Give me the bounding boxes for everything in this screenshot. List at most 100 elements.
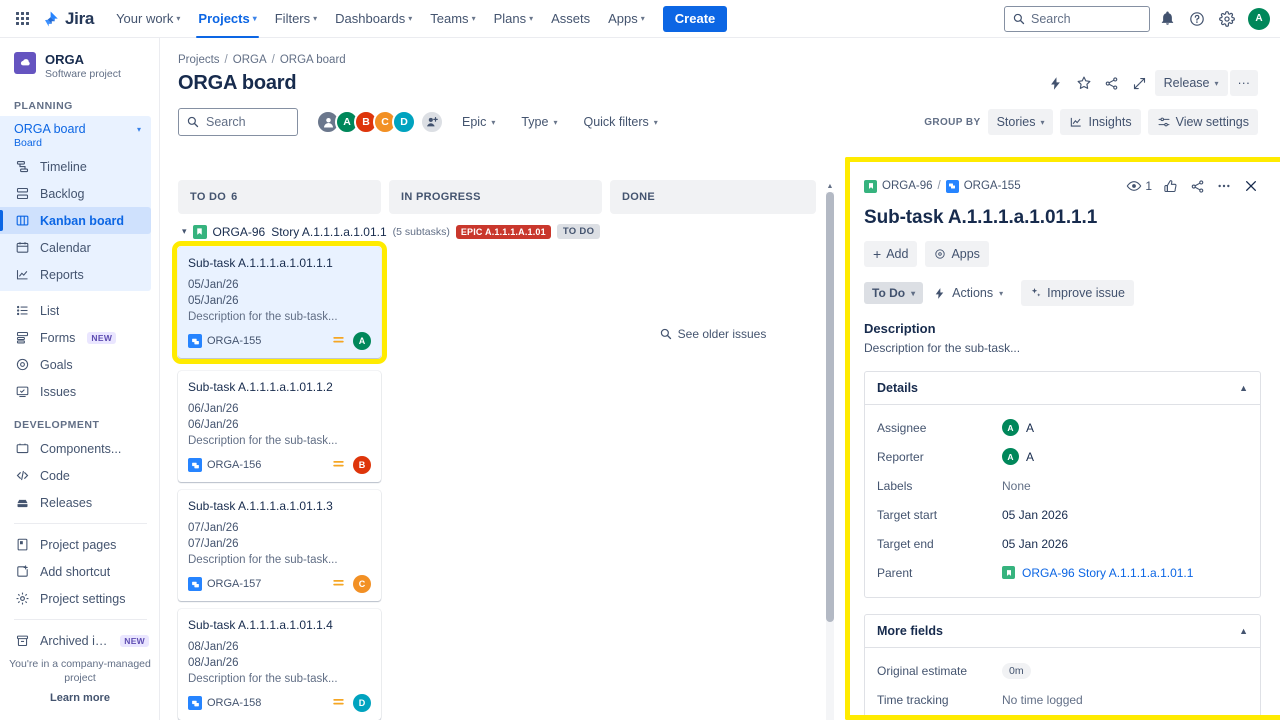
chevron-up-icon[interactable]: ▲ <box>1239 383 1248 393</box>
watch-issue-button[interactable]: 1 <box>1123 175 1155 197</box>
lightning-icon[interactable] <box>1043 70 1069 96</box>
see-older-issues-link[interactable]: See older issues <box>610 247 816 341</box>
nav-teams[interactable]: Teams ▾ <box>422 3 483 35</box>
avatar-d[interactable]: D <box>392 110 416 134</box>
sidebar-item-components[interactable]: Components... <box>0 435 159 462</box>
filter-quick-filters[interactable]: Quick filters ▾ <box>575 108 665 136</box>
swimlane-key[interactable]: ORGA-96 <box>213 225 266 239</box>
filter-type[interactable]: Type ▾ <box>513 108 565 136</box>
card-assignee-avatar[interactable]: D <box>353 694 371 712</box>
sidebar-item-goals[interactable]: Goals <box>0 351 159 378</box>
close-icon[interactable] <box>1239 174 1263 198</box>
share-icon[interactable] <box>1099 70 1125 96</box>
card-key[interactable]: ORGA-157 <box>207 578 261 590</box>
view-settings-button[interactable]: View settings <box>1147 109 1258 135</box>
sidebar-item-calendar[interactable]: Calendar <box>0 234 151 261</box>
filter-epic[interactable]: Epic ▾ <box>454 108 503 136</box>
breadcrumb-projects[interactable]: Projects <box>178 54 220 66</box>
column-done[interactable]: See older issues <box>610 247 816 720</box>
chevron-down-icon[interactable]: ▾ <box>182 226 187 237</box>
chevron-up-icon[interactable]: ▲ <box>1239 626 1248 636</box>
card-orga-156[interactable]: Sub-task A.1.1.1.a.1.01.1.2 06/Jan/26 06… <box>178 371 381 482</box>
details-panel-header[interactable]: Details ▲ <box>865 372 1260 405</box>
settings-icon[interactable] <box>1214 6 1240 32</box>
more-icon[interactable] <box>1212 174 1236 198</box>
vote-icon[interactable] <box>1158 174 1182 198</box>
add-button[interactable]: + Add <box>864 241 918 267</box>
field-value[interactable]: 05 Jan 2026 <box>1002 508 1068 522</box>
notifications-icon[interactable] <box>1154 6 1180 32</box>
nav-apps[interactable]: Apps ▾ <box>600 3 653 35</box>
breadcrumb-orga-board[interactable]: ORGA board <box>280 54 346 66</box>
sidebar-item-forms[interactable]: Forms NEW <box>0 324 159 351</box>
column-inprogress[interactable] <box>389 247 602 720</box>
sidebar-item-issues[interactable]: Issues <box>0 378 159 405</box>
nav-dashboards[interactable]: Dashboards ▾ <box>327 3 420 35</box>
user-avatar[interactable]: A <box>1248 7 1270 30</box>
card-assignee-avatar[interactable]: A <box>353 332 371 350</box>
field-value[interactable]: 0m <box>1002 662 1031 679</box>
field-value[interactable]: None <box>1002 479 1031 493</box>
board-vertical-scrollbar[interactable]: ▲ ▼ <box>823 180 836 720</box>
actions-dropdown[interactable]: Actions ▾ <box>933 279 1011 307</box>
release-button[interactable]: Release ▾ <box>1154 70 1228 96</box>
card-assignee-avatar[interactable]: B <box>353 456 371 474</box>
help-icon[interactable] <box>1184 6 1210 32</box>
board-search-input[interactable]: Search <box>178 108 298 136</box>
card-assignee-avatar[interactable]: C <box>353 575 371 593</box>
star-icon[interactable] <box>1071 70 1097 96</box>
chevron-down-icon[interactable]: ▾ <box>137 125 141 134</box>
card-orga-157[interactable]: Sub-task A.1.1.1.a.1.01.1.3 07/Jan/26 07… <box>178 490 381 601</box>
sidebar-board-selector[interactable]: ORGA board Board ▾ <box>0 119 151 153</box>
insights-button[interactable]: Insights <box>1060 109 1141 135</box>
group-by-select[interactable]: Stories ▾ <box>987 109 1054 135</box>
apps-button[interactable]: Apps <box>925 241 989 267</box>
more-actions-button[interactable]: ··· <box>1229 70 1258 96</box>
field-value[interactable]: A A <box>1002 419 1034 436</box>
sidebar-item-project-pages[interactable]: Project pages <box>0 531 159 558</box>
scroll-up-arrow-icon[interactable]: ▲ <box>826 180 834 192</box>
improve-issue-button[interactable]: Improve issue <box>1021 280 1134 306</box>
sidebar-item-project-settings[interactable]: Project settings <box>0 585 159 612</box>
project-header[interactable]: ORGA Software project <box>0 52 159 94</box>
parent-link[interactable]: ORGA-96 Story A.1.1.1.a.1.01.1 <box>1022 566 1193 580</box>
status-dropdown[interactable]: To Do ▾ <box>864 282 924 304</box>
breadcrumb-orga[interactable]: ORGA <box>233 54 267 66</box>
sidebar-item-code[interactable]: Code <box>0 462 159 489</box>
scrollbar-thumb[interactable] <box>826 192 834 622</box>
field-value[interactable]: A A <box>1002 448 1034 465</box>
swimlane-header[interactable]: ▾ ORGA-96 Story A.1.1.1.a.1.01.1 (5 subt… <box>178 214 833 245</box>
nav-projects[interactable]: Projects ▾ <box>190 3 264 38</box>
create-button[interactable]: Create <box>662 5 728 32</box>
detail-issue-key[interactable]: ORGA-155 <box>964 180 1021 192</box>
detail-parent-key[interactable]: ORGA-96 <box>882 180 933 192</box>
nav-plans[interactable]: Plans ▾ <box>486 3 542 35</box>
sidebar-item-list[interactable]: List <box>0 297 159 324</box>
sidebar-item-timeline[interactable]: Timeline <box>0 153 151 180</box>
sidebar-learn-more-link[interactable]: Learn more <box>0 692 159 704</box>
card-key[interactable]: ORGA-156 <box>207 459 261 471</box>
global-search-input[interactable]: Search <box>1004 5 1150 32</box>
sidebar-item-backlog[interactable]: Backlog <box>0 180 151 207</box>
field-value[interactable]: No time logged <box>1002 693 1083 707</box>
sidebar-item-releases[interactable]: Releases <box>0 489 159 516</box>
nav-assets[interactable]: Assets <box>543 3 598 35</box>
card-orga-158[interactable]: Sub-task A.1.1.1.a.1.01.1.4 08/Jan/26 08… <box>178 609 381 720</box>
card-key[interactable]: ORGA-155 <box>207 335 261 347</box>
sidebar-item-archived-issues[interactable]: Archived issues NEW <box>0 627 159 654</box>
sidebar-item-kanban-board[interactable]: Kanban board <box>0 207 151 234</box>
description-body[interactable]: Description for the sub-task... <box>850 336 1275 355</box>
jira-home-logo[interactable]: Jira <box>42 9 94 29</box>
nav-filters[interactable]: Filters ▾ <box>267 3 325 35</box>
share-icon[interactable] <box>1185 174 1209 198</box>
app-switcher-icon[interactable] <box>10 7 34 31</box>
sidebar-item-add-shortcut[interactable]: Add shortcut <box>0 558 159 585</box>
epic-badge[interactable]: EPIC A.1.1.1.A.1.01 <box>455 224 551 239</box>
sidebar-item-reports[interactable]: Reports <box>0 261 151 288</box>
expand-icon[interactable] <box>1127 70 1153 96</box>
more-fields-panel-header[interactable]: More fields ▲ <box>865 615 1260 648</box>
card-key[interactable]: ORGA-158 <box>207 697 261 709</box>
add-people-icon[interactable] <box>420 110 444 134</box>
card-orga-155[interactable]: Sub-task A.1.1.1.a.1.01.1.1 05/Jan/26 05… <box>172 241 387 364</box>
nav-your-work[interactable]: Your work ▾ <box>108 3 188 35</box>
